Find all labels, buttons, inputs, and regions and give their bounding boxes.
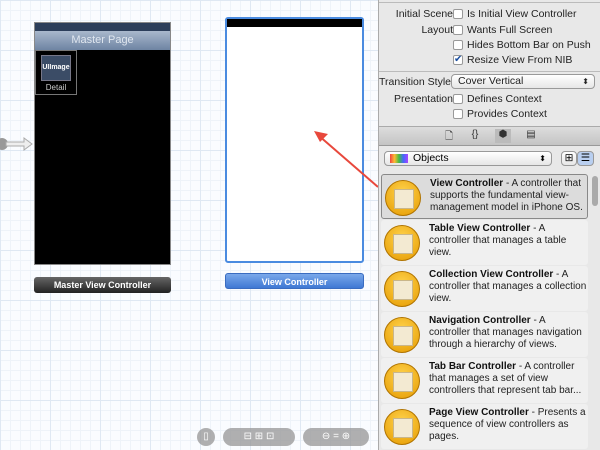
view-controller-scene-label[interactable]: View Controller [225, 273, 364, 289]
library-item[interactable]: Tab Bar Controller - A controller that m… [381, 358, 588, 403]
hides-bottom-bar-checkbox[interactable] [453, 40, 463, 50]
transition-style-select[interactable]: Cover Vertical ⬍ [451, 74, 595, 89]
library-item[interactable]: Table View Controller - A controller tha… [381, 220, 588, 265]
initial-scene-arrow-icon [0, 137, 33, 151]
provides-context-checkbox[interactable] [453, 109, 463, 119]
wants-full-screen-label: Wants Full Screen [467, 24, 553, 36]
layout-row: Layout Wants Full Screen [379, 23, 600, 38]
navigation-bar-title[interactable]: Master Page [35, 31, 170, 50]
chevron-updown-icon: ⬍ [582, 77, 589, 86]
library-scrollbar[interactable] [592, 176, 598, 206]
provides-context-label: Provides Context [467, 108, 547, 120]
library-item-text: View Controller - A controller that supp… [430, 178, 588, 214]
layout-buttons[interactable]: ⊟ ⊞ ⊡ [223, 428, 295, 446]
library-item-title: Tab Bar Controller [429, 361, 517, 372]
tab-bar-controller-icon [384, 363, 420, 399]
library-filter-select[interactable]: Objects ⬍ [384, 151, 552, 166]
library-item-text: Tab Bar Controller - A controller that m… [429, 361, 587, 397]
list-view-button[interactable]: ☰ [577, 151, 594, 166]
initial-scene-row: Initial Scene Is Initial View Controller [379, 7, 600, 22]
cell-label[interactable]: Detail [36, 83, 76, 92]
initial-scene-label: Initial Scene [395, 8, 453, 20]
hides-bottom-bar-label: Hides Bottom Bar on Push [467, 39, 591, 51]
presentation-label: Presentation [394, 93, 453, 105]
is-initial-label: Is Initial View Controller [467, 8, 577, 20]
annotation-arrow-icon [314, 131, 379, 188]
defines-context-checkbox[interactable] [453, 94, 463, 104]
storyboard-canvas[interactable]: Master Page UIImage Detail Master View C… [0, 0, 379, 450]
image-view[interactable]: UIImage [41, 55, 71, 81]
library-item[interactable]: Navigation Controller - A controller tha… [381, 312, 588, 357]
library-item[interactable]: Collection View Controller - A controlle… [381, 266, 588, 311]
resize-from-nib-checkbox[interactable]: ✔ [453, 55, 463, 65]
status-bar [35, 23, 170, 31]
utilities-panel: Initial Scene Is Initial View Controller… [378, 0, 600, 450]
is-initial-checkbox[interactable] [453, 9, 463, 19]
page-view-controller-icon [384, 409, 420, 445]
view-controller-icon [385, 180, 421, 216]
master-scene-label[interactable]: Master View Controller [34, 277, 171, 293]
status-bar [227, 19, 362, 27]
library-item-title: Page View Controller [429, 407, 529, 418]
wants-full-screen-checkbox[interactable] [453, 25, 463, 35]
library-filter-value: Objects [413, 152, 449, 164]
chevron-updown-icon: ⬍ [539, 154, 546, 163]
library-item-title: Collection View Controller [429, 269, 554, 280]
objects-icon [390, 154, 408, 163]
object-library-icon[interactable]: ⬢ [495, 129, 511, 143]
library-item-text: Page View Controller - Presents a sequen… [429, 407, 587, 443]
library-item-text: Navigation Controller - A controller tha… [429, 315, 587, 351]
library-item-text: Collection View Controller - A controlle… [429, 269, 587, 305]
library-item[interactable]: Page View Controller - Presents a sequen… [381, 404, 588, 449]
transition-style-label: Transition Style [379, 76, 451, 88]
code-snippet-icon[interactable]: {} [467, 129, 483, 143]
library-item-title: Navigation Controller [429, 315, 531, 326]
device-icon[interactable]: ▯ [197, 428, 215, 446]
library-item[interactable]: View Controller - A controller that supp… [381, 174, 588, 219]
collection-view-controller-icon [384, 271, 420, 307]
defines-context-label: Defines Context [467, 93, 542, 105]
file-template-icon[interactable]: 🗋 [441, 129, 457, 143]
library-item-title: Table View Controller [429, 223, 531, 234]
library-item-title: View Controller [430, 178, 504, 189]
layout-label: Layout [421, 24, 453, 36]
library-tabs: 🗋 {} ⬢ ▤ [379, 126, 600, 146]
table-cell[interactable]: UIImage Detail [35, 50, 77, 95]
resize-from-nib-label: Resize View From NIB [467, 54, 573, 66]
master-view-controller-scene[interactable]: Master Page UIImage Detail [34, 22, 171, 265]
table-view-controller-icon [384, 225, 420, 261]
library-item-text: Table View Controller - A controller tha… [429, 223, 587, 259]
grid-view-button[interactable]: ⊞ [561, 151, 577, 166]
zoom-buttons[interactable]: ⊖ = ⊕ [303, 428, 369, 446]
media-library-icon[interactable]: ▤ [523, 129, 539, 143]
navigation-controller-icon [384, 317, 420, 353]
transition-style-value: Cover Vertical [458, 75, 524, 87]
